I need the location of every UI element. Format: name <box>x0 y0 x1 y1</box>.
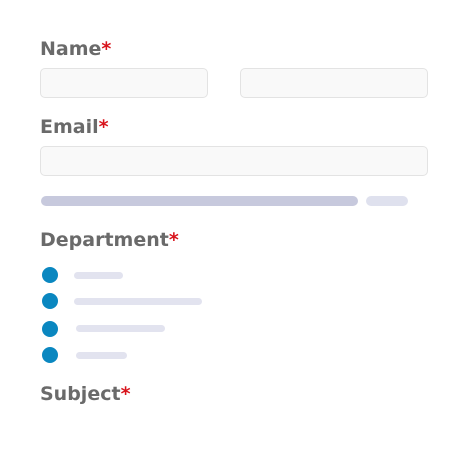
radio-button[interactable] <box>42 321 58 337</box>
required-marker: * <box>168 229 179 251</box>
first-name-input[interactable] <box>40 68 208 98</box>
subject-label: Subject* <box>40 383 131 405</box>
email-help-text-placeholder <box>41 196 358 206</box>
radio-button[interactable] <box>42 293 58 309</box>
radio-button[interactable] <box>42 347 58 363</box>
email-label: Email* <box>40 116 109 138</box>
name-label: Name* <box>40 38 111 60</box>
option-label-placeholder <box>76 325 165 332</box>
email-help-text-placeholder-short <box>366 196 408 206</box>
option-label-placeholder <box>74 272 123 279</box>
radio-button[interactable] <box>42 267 58 283</box>
required-marker: * <box>120 383 131 405</box>
option-label-placeholder <box>76 352 127 359</box>
department-label: Department* <box>40 229 179 251</box>
subject-label-text: Subject <box>40 383 121 405</box>
email-label-text: Email <box>40 116 99 138</box>
option-label-placeholder <box>74 298 202 305</box>
name-label-text: Name <box>40 38 102 60</box>
required-marker: * <box>101 38 112 60</box>
email-input[interactable] <box>40 146 428 176</box>
required-marker: * <box>98 116 109 138</box>
department-label-text: Department <box>40 229 169 251</box>
contact-form: Name* Email* Department* Subject* <box>0 0 472 451</box>
last-name-input[interactable] <box>240 68 428 98</box>
